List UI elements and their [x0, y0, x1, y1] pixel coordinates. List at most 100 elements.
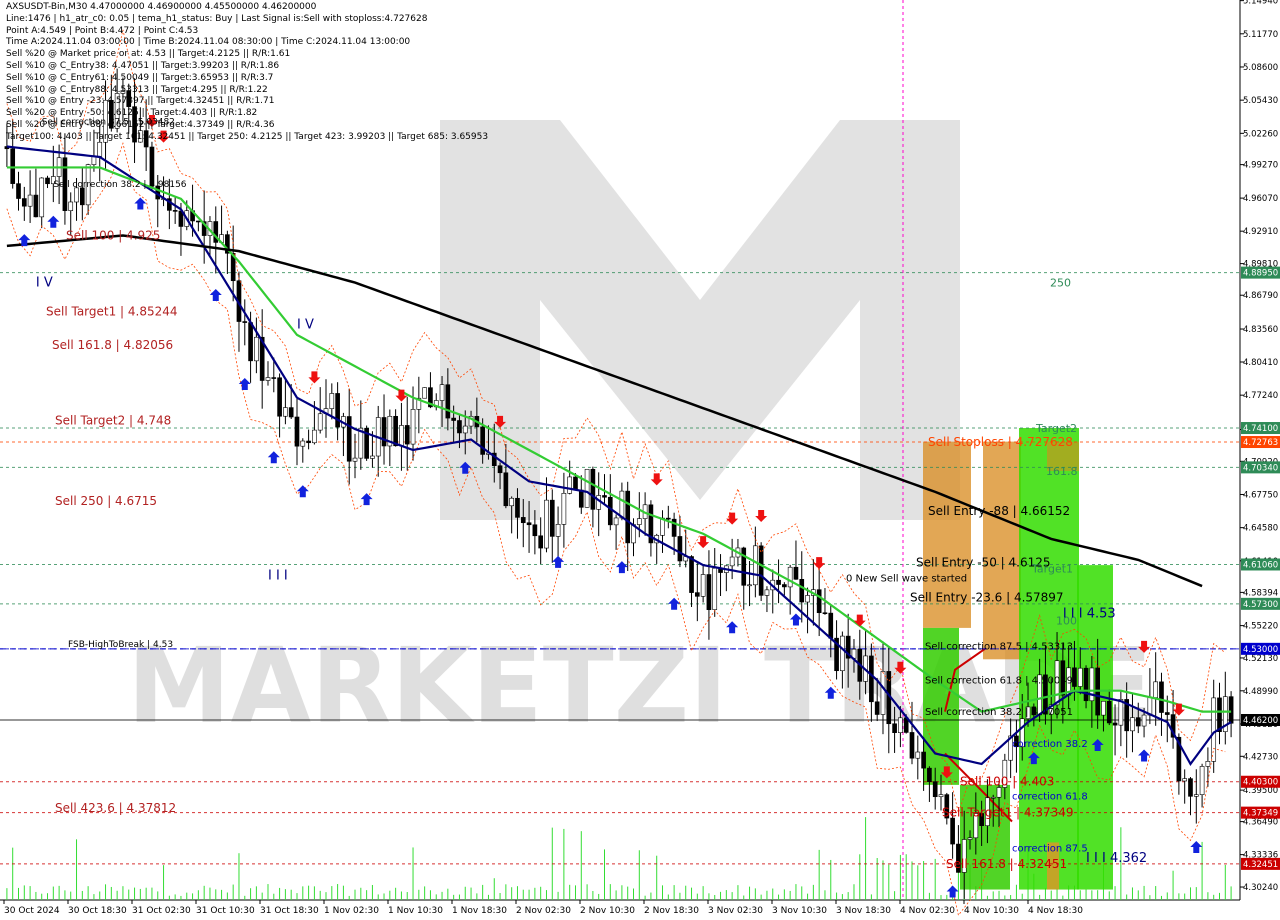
- candle-body: [689, 556, 694, 593]
- price-tick-label: 4.30240: [1243, 883, 1278, 893]
- price-tick-label: 4.55220: [1243, 622, 1278, 632]
- price-tag: 4.61060: [1241, 558, 1280, 571]
- candle-body: [927, 767, 932, 782]
- candle-body: [242, 321, 248, 323]
- candle-body: [1228, 696, 1234, 724]
- price-tick-label: 5.14940: [1243, 0, 1278, 7]
- price-tag: 4.53000: [1241, 642, 1280, 655]
- candle-body: [346, 416, 352, 462]
- info-line: Target100: 4.403 || Target 161: 4.32451 …: [6, 131, 489, 142]
- candle-body: [758, 545, 764, 596]
- price-tag: 4.40300: [1241, 775, 1280, 788]
- info-line: Line:1476 | h1_atr_c0: 0.05 | tema_h1_st…: [6, 13, 428, 24]
- candle-body: [625, 490, 631, 544]
- time-tick-label: 4 Nov 18:30: [1028, 906, 1083, 916]
- info-line: AXSUSDT-Bin,M30 4.47000000 4.46900000 4.…: [6, 2, 317, 12]
- candle-body: [578, 489, 584, 508]
- time-tick-label: 2 Nov 02:30: [516, 906, 571, 916]
- candle-body: [706, 574, 712, 611]
- candle-body: [196, 220, 201, 223]
- right-level-label: Sell Target1 | 4.37349: [942, 806, 1074, 820]
- price-tag: 4.70340: [1241, 461, 1280, 474]
- candle-body: [555, 524, 561, 537]
- candle-body: [515, 497, 520, 518]
- candle-body: [526, 522, 532, 526]
- candle-body: [840, 635, 845, 672]
- info-line: Sell %10 @ C_Entry38: 4.47051 || Target:…: [6, 61, 280, 71]
- candle-body: [45, 177, 50, 185]
- candle-body: [439, 384, 445, 401]
- candle-body: [561, 493, 567, 525]
- candle-body: [921, 751, 926, 769]
- info-line: Sell %20 @ Market price or at: 4.53 || T…: [6, 49, 291, 60]
- price-tag: 4.46200: [1241, 714, 1280, 726]
- time-tick-label: 2 Nov 18:30: [644, 906, 699, 916]
- time-tick-label: 30 Oct 2024: [4, 906, 60, 916]
- candle-body: [381, 417, 387, 447]
- right-level-label: Sell 161.8 | 4.32451: [946, 857, 1067, 871]
- price-tag: 4.72763: [1241, 436, 1280, 449]
- candle-body: [277, 377, 282, 417]
- candle-body: [869, 655, 874, 703]
- candle-body: [422, 387, 427, 399]
- candle-body: [880, 671, 886, 715]
- candle-body: [909, 732, 915, 759]
- time-tick-label: 1 Nov 02:30: [324, 906, 379, 916]
- candle-body: [317, 413, 323, 431]
- candle-body: [265, 377, 271, 381]
- candle-body: [1112, 722, 1118, 726]
- candle-body: [410, 409, 416, 445]
- candle-body: [782, 584, 787, 588]
- info-line: Sell %10 @ C_Entry88: 4.53313 || Target:…: [6, 84, 268, 95]
- target-zone-2: [1019, 428, 1079, 890]
- candle-body: [404, 425, 410, 445]
- candle-body: [1141, 714, 1147, 727]
- candle-body: [694, 592, 700, 597]
- candle-body: [497, 465, 503, 474]
- target-zone-1: [960, 784, 1010, 890]
- time-tick-label: 3 Nov 10:30: [772, 906, 827, 916]
- price-tick-label: 5.08600: [1243, 63, 1278, 73]
- right-level-label: Sell Entry -23.6 | 4.57897: [910, 591, 1064, 605]
- right-level-label: Sell correction 61.8 | 4.50049: [925, 676, 1073, 687]
- candle-body: [753, 545, 758, 586]
- candle-body: [10, 148, 16, 184]
- candle-body: [457, 420, 462, 434]
- info-line: Sell %20 @ Entry -88: 4.66152 || Target:…: [6, 120, 275, 130]
- candle-body: [590, 468, 596, 510]
- candle-body: [520, 517, 526, 524]
- price-tick-label: 4.86790: [1243, 291, 1278, 301]
- wave-started-label: 0 New Sell wave started: [846, 574, 967, 585]
- info-line: Sell %20 @ Entry -50: 4.6125 || Target:4…: [6, 108, 258, 119]
- target-label: Target1: [1031, 562, 1073, 575]
- candle-body: [607, 496, 613, 526]
- price-tick-label: 4.99270: [1243, 161, 1278, 171]
- price-tag-label: 4.88950: [1243, 269, 1278, 279]
- candle-body: [665, 517, 671, 520]
- candle-body: [729, 556, 735, 567]
- left-level-label: Sell 423.6 | 4.37812: [55, 801, 176, 815]
- candle-body: [1199, 766, 1205, 795]
- candle-body: [16, 183, 21, 199]
- candle-body: [764, 589, 770, 596]
- candle-body: [1164, 712, 1170, 715]
- candle-body: [462, 425, 468, 434]
- candle-body: [306, 440, 311, 444]
- fsb-label: FSB-HighToBreak | 4.53: [68, 640, 173, 650]
- candle-body: [1153, 681, 1159, 698]
- price-tag: 4.57300: [1241, 597, 1280, 610]
- candle-body: [509, 497, 514, 507]
- time-tick-label: 30 Oct 18:30: [68, 906, 127, 916]
- price-tag: 4.74100: [1241, 422, 1280, 435]
- correction-label: correction 61.8: [1012, 791, 1088, 802]
- right-level-label: Sell Entry -88 | 4.66152: [928, 504, 1070, 518]
- price-tick-label: 5.11770: [1243, 30, 1278, 40]
- candle-body: [271, 377, 277, 379]
- right-level-label: Sell Entry -50 | 4.6125: [916, 556, 1050, 570]
- time-tick-label: 31 Oct 10:30: [196, 906, 255, 916]
- time-tick-label: 1 Nov 10:30: [388, 906, 443, 916]
- price-tick-label: 4.52130: [1243, 654, 1278, 664]
- candle-body: [335, 393, 340, 428]
- candle-body: [602, 495, 607, 498]
- candle-body: [677, 536, 683, 562]
